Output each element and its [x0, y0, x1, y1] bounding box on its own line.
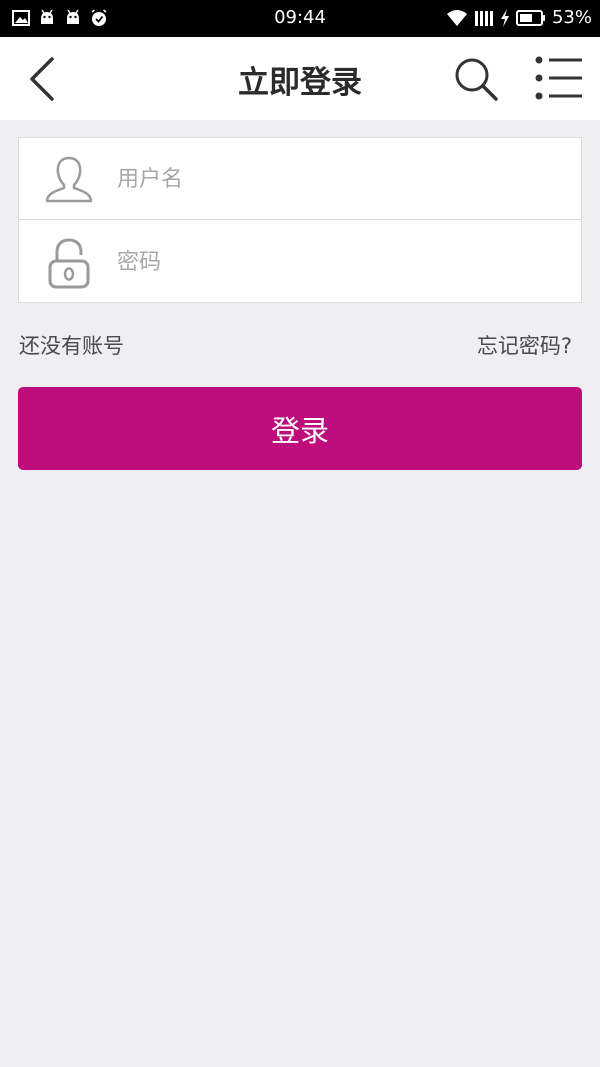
search-icon: [455, 58, 498, 101]
login-button[interactable]: 登录: [18, 387, 582, 470]
signal-icon: [474, 10, 493, 26]
search-button[interactable]: [452, 55, 500, 103]
battery-percentage: 53%: [551, 7, 592, 28]
password-input[interactable]: [117, 241, 557, 283]
status-bar: 09:44 53%: [0, 0, 600, 37]
username-input[interactable]: [117, 158, 557, 200]
user-icon: [45, 156, 93, 203]
username-row: [19, 138, 581, 220]
status-right-icons: 53%: [446, 7, 592, 28]
page-title: 立即登录: [238, 65, 362, 101]
forgot-password-link[interactable]: 忘记密码?: [477, 330, 572, 360]
register-link[interactable]: 还没有账号: [19, 330, 124, 360]
login-form: [18, 137, 582, 303]
battery-icon: [515, 9, 545, 26]
menu-button[interactable]: [532, 53, 584, 103]
wifi-icon: [446, 9, 467, 26]
charging-icon: [500, 8, 509, 27]
password-row: [19, 221, 581, 303]
list-menu-icon: [535, 56, 582, 100]
nav-bar: 立即登录: [0, 37, 600, 120]
lock-icon: [48, 238, 90, 289]
